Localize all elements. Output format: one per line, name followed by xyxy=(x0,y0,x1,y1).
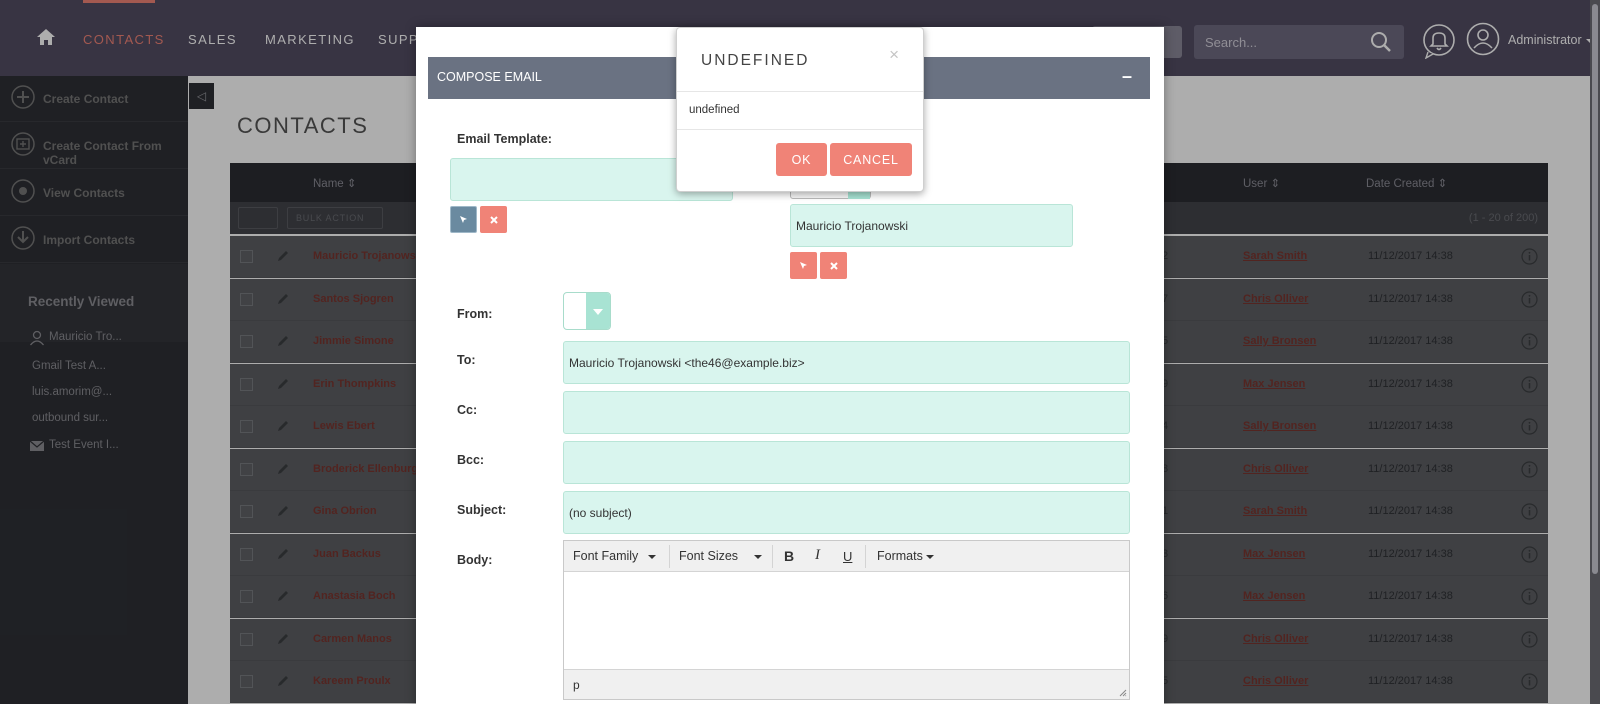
clear-related-button[interactable] xyxy=(820,252,847,279)
scrollbar-thumb[interactable] xyxy=(1592,4,1598,574)
close-icon[interactable]: × xyxy=(889,45,899,65)
email-template-label: Email Template: xyxy=(457,132,552,146)
clear-template-button[interactable] xyxy=(480,206,507,233)
underline-button[interactable]: U xyxy=(843,549,852,564)
chevron-down-icon xyxy=(925,554,934,559)
chevron-down-icon xyxy=(648,554,657,559)
font-sizes-label: Font Sizes xyxy=(679,549,739,563)
cc-field[interactable] xyxy=(563,391,1130,434)
minimize-button[interactable]: – xyxy=(1122,66,1132,87)
divider xyxy=(677,91,923,92)
from-account-select[interactable] xyxy=(563,292,611,330)
chevron-down-icon xyxy=(754,554,763,559)
to-label: To: xyxy=(457,353,476,367)
related-record-field[interactable] xyxy=(790,204,1073,247)
from-label: From: xyxy=(457,307,493,321)
alert-dialog: UNDEFINED × undefined OK CANCEL xyxy=(676,27,924,192)
bcc-field[interactable] xyxy=(563,441,1130,484)
alert-message: undefined xyxy=(689,104,740,116)
ok-button[interactable]: OK xyxy=(776,143,827,176)
cursor-arrow-icon xyxy=(459,215,467,223)
subject-field[interactable] xyxy=(563,491,1130,534)
font-sizes-dropdown[interactable]: Font Sizes xyxy=(679,549,763,563)
editor-content-area[interactable] xyxy=(564,572,1129,669)
bcc-label: Bcc: xyxy=(457,453,485,467)
body-label: Body: xyxy=(457,553,493,567)
page-scrollbar[interactable] xyxy=(1590,0,1600,704)
body-editor: Font Family Font Sizes B I U Formats p xyxy=(563,540,1130,700)
bold-button[interactable]: B xyxy=(784,548,794,564)
resize-grip-icon[interactable] xyxy=(1119,689,1127,697)
font-family-dropdown[interactable]: Font Family xyxy=(573,549,657,563)
cancel-button[interactable]: CANCEL xyxy=(830,143,912,176)
editor-toolbar: Font Family Font Sizes B I U Formats xyxy=(564,541,1129,572)
divider xyxy=(677,129,923,130)
toolbar-divider xyxy=(865,545,866,568)
cursor-arrow-icon xyxy=(799,261,807,269)
alert-title: UNDEFINED xyxy=(701,52,810,69)
select-template-button[interactable] xyxy=(450,206,477,233)
formats-label: Formats xyxy=(877,549,923,563)
toolbar-divider xyxy=(669,545,670,568)
font-family-label: Font Family xyxy=(573,549,639,563)
cc-label: Cc: xyxy=(457,403,478,417)
subject-label: Subject: xyxy=(457,503,507,517)
italic-button[interactable]: I xyxy=(815,547,820,564)
close-icon xyxy=(829,261,838,270)
select-related-button[interactable] xyxy=(790,252,817,279)
chevron-down-icon xyxy=(586,293,610,329)
to-field[interactable] xyxy=(563,341,1130,384)
element-path: p xyxy=(573,678,580,692)
compose-title: COMPOSE EMAIL xyxy=(437,70,542,84)
close-icon xyxy=(489,215,498,224)
editor-statusbar: p xyxy=(564,669,1129,699)
formats-dropdown[interactable]: Formats xyxy=(877,549,934,563)
toolbar-divider xyxy=(772,545,773,568)
